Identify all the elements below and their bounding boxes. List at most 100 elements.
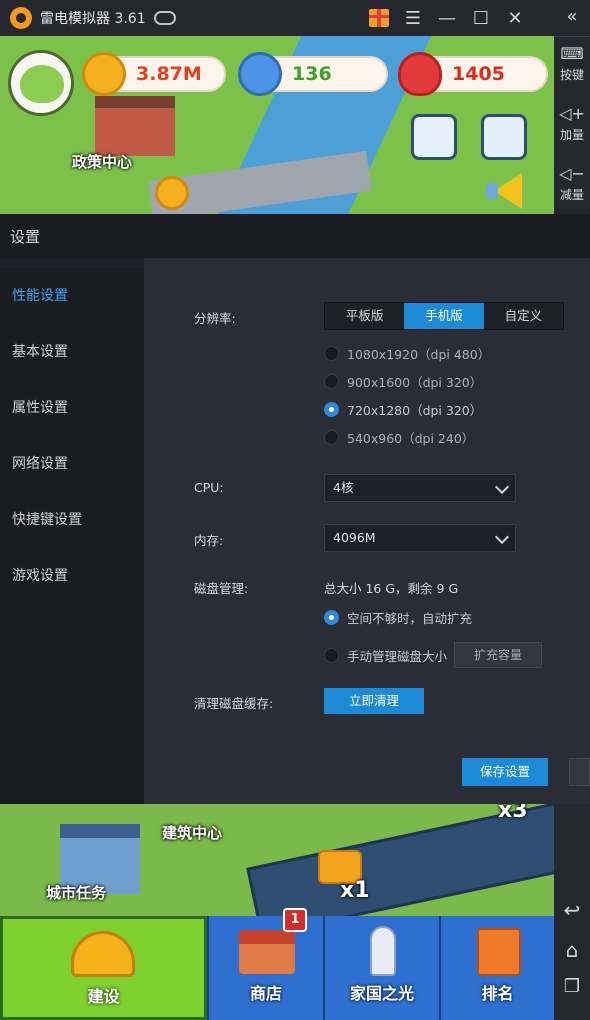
gamepad-icon[interactable]	[153, 11, 176, 25]
settings-header: 设置	[0, 214, 590, 258]
game-view-bottom[interactable]: 建筑中心 城市任务 x1 x3	[0, 804, 554, 916]
app-logo-icon	[10, 7, 32, 29]
player-avatar[interactable]	[8, 50, 74, 116]
radio-selected-icon	[324, 402, 339, 417]
tab-ranking[interactable]: 排名	[439, 916, 554, 1020]
collapse-sidebar-button[interactable]: «	[554, 6, 590, 27]
memory-select[interactable]: 4096M	[324, 524, 516, 552]
sidebar-item-keys[interactable]: ⌨ 按键	[554, 44, 590, 83]
gems-value: 136	[292, 63, 332, 85]
resolution-option-900[interactable]: 900x1600（dpi 320）	[324, 372, 482, 391]
tab-label: 排名	[481, 984, 514, 1003]
megaphone-icon[interactable]	[482, 171, 526, 211]
option-label: 540x960（dpi 240）	[347, 431, 475, 446]
close-icon: ✕	[507, 7, 523, 29]
radio-icon	[324, 374, 339, 389]
menu-button[interactable]: ☰	[396, 0, 430, 36]
helmet-icon	[71, 931, 135, 977]
tab-shop[interactable]: 商店	[207, 916, 323, 1020]
option-label: 1080x1920（dpi 480）	[347, 347, 491, 362]
radio-icon	[324, 430, 339, 445]
mode-tablet-button[interactable]: 平板版	[325, 303, 405, 329]
sidebar-item-volume-down[interactable]: ◁− 减量	[554, 164, 590, 203]
cancel-button[interactable]	[569, 758, 590, 786]
city-task-label: 城市任务	[46, 884, 107, 902]
sidebar-item-label: 按键	[559, 68, 584, 82]
back-button[interactable]: ↩	[554, 898, 590, 922]
minimize-icon: —	[438, 7, 456, 29]
menu-item-shortcuts[interactable]: 快捷键设置	[0, 492, 144, 548]
shop-notification-badge: 1	[283, 908, 307, 932]
menu-item-performance[interactable]: 性能设置	[0, 268, 144, 324]
recent-apps-button[interactable]: ❐	[554, 976, 590, 997]
mode-phone-button[interactable]: 手机版	[404, 303, 484, 329]
tab-label: 家国之光	[349, 984, 414, 1003]
coins-counter[interactable]: 3.87M	[82, 52, 226, 96]
memory-value: 4096M	[333, 530, 376, 545]
chevron-down-icon	[494, 479, 510, 495]
resolution-label: 分辨率:	[194, 311, 236, 326]
disk-auto-expand-option[interactable]: 空间不够时，自动扩充	[324, 608, 472, 627]
policy-center-building[interactable]	[95, 96, 175, 156]
disk-manual-option[interactable]: 手动管理磁盘大小	[324, 646, 447, 665]
home-icon: ⌂	[565, 938, 579, 962]
chevron-down-icon	[494, 529, 510, 545]
maximize-button[interactable]: ☐	[464, 0, 498, 36]
menu-item-network[interactable]: 网络设置	[0, 436, 144, 492]
multiplier-label: x3	[498, 804, 528, 823]
home-button[interactable]: ⌂	[554, 938, 590, 962]
sidebar-item-label: 减量	[559, 188, 584, 202]
game-view-top[interactable]: 3.87M 136 1405 政策中心	[0, 36, 554, 214]
minimize-button[interactable]: —	[430, 0, 464, 36]
cpu-label: CPU:	[194, 480, 224, 495]
settings-content: 分辨率: 平板版 手机版 自定义 1080x1920（dpi 480） 900x…	[144, 258, 590, 804]
radio-icon	[324, 346, 339, 361]
menu-item-game[interactable]: 游戏设置	[0, 548, 144, 604]
resolution-option-540[interactable]: 540x960（dpi 240）	[324, 428, 474, 447]
coin-icon[interactable]	[155, 176, 189, 210]
cpu-value: 4核	[333, 480, 354, 495]
mode-custom-button[interactable]: 自定义	[483, 303, 563, 329]
option-label: 720x1280（dpi 320）	[347, 403, 483, 418]
rocket-icon	[370, 926, 396, 976]
heart-icon	[398, 52, 442, 96]
recent-apps-icon: ❐	[563, 976, 581, 997]
star-gem-icon	[238, 52, 282, 96]
coins-value: 3.87M	[136, 63, 202, 85]
resolution-mode-switch: 平板版 手机版 自定义	[324, 302, 564, 330]
volume-up-icon: ◁+	[559, 104, 585, 123]
gift-button[interactable]	[362, 0, 396, 36]
expand-capacity-button[interactable]: 扩充容量	[454, 642, 542, 668]
settings-dialog: 设置 性能设置 基本设置 属性设置 网络设置 快捷键设置 游戏设置 分辨率: 平…	[0, 214, 590, 804]
volume-down-icon: ◁−	[559, 164, 585, 183]
gift-icon	[369, 9, 389, 27]
radio-selected-icon	[324, 610, 339, 625]
menu-item-properties[interactable]: 属性设置	[0, 380, 144, 436]
coin-icon	[82, 52, 126, 96]
back-icon: ↩	[563, 898, 581, 922]
option-label: 空间不够时，自动扩充	[347, 611, 473, 626]
save-settings-button[interactable]: 保存设置	[462, 758, 548, 786]
option-label: 手动管理磁盘大小	[347, 649, 448, 664]
tab-national-glory[interactable]: 家国之光	[323, 916, 439, 1020]
sidebar-item-label: 加量	[559, 128, 584, 142]
building-center-label: 建筑中心	[162, 824, 223, 842]
task-card-button[interactable]	[481, 114, 527, 160]
menu-item-basic[interactable]: 基本设置	[0, 324, 144, 380]
resolution-option-1080[interactable]: 1080x1920（dpi 480）	[324, 344, 490, 363]
character-card-button[interactable]	[411, 114, 457, 160]
menu-icon: ☰	[404, 7, 422, 29]
shop-icon	[239, 930, 295, 974]
ranking-icon	[477, 928, 521, 976]
cpu-select[interactable]: 4核	[324, 474, 516, 502]
close-button[interactable]: ✕	[498, 0, 532, 36]
clean-now-button[interactable]: 立即清理	[324, 688, 424, 714]
sidebar-item-volume-up[interactable]: ◁+ 加量	[554, 104, 590, 143]
hearts-counter[interactable]: 1405	[398, 52, 548, 96]
option-label: 900x1600（dpi 320）	[347, 375, 483, 390]
gems-counter[interactable]: 136	[238, 52, 388, 96]
resolution-option-720[interactable]: 720x1280（dpi 320）	[324, 400, 482, 419]
frog-avatar-icon	[20, 65, 64, 103]
tab-build[interactable]: 建设	[0, 916, 207, 1020]
bottom-nav: 建设 商店 家国之光 排名	[0, 916, 554, 1020]
